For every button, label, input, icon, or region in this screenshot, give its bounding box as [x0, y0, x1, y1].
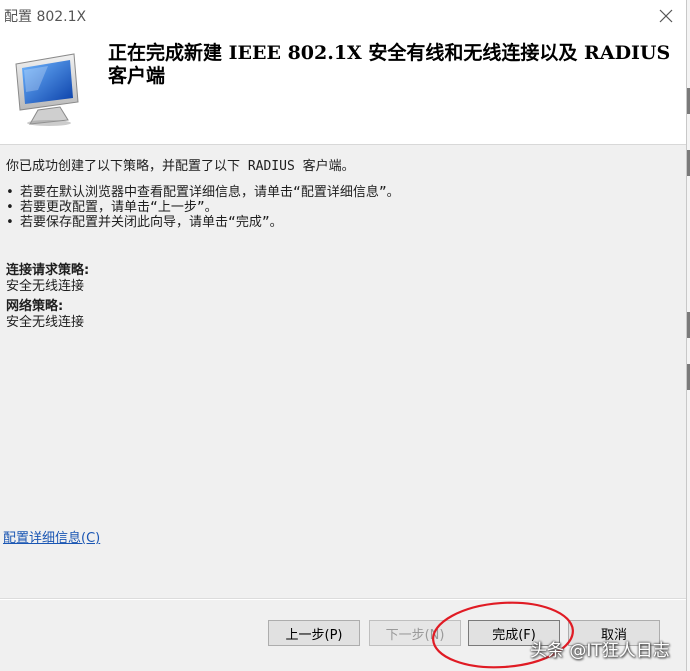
intro-text: 你已成功创建了以下策略，并配置了以下 RADIUS 客户端。 [6, 159, 355, 174]
summary-content: 你已成功创建了以下策略，并配置了以下 RADIUS 客户端。 若要在默认浏览器中… [0, 145, 686, 595]
back-button[interactable]: 上一步(P) [268, 620, 360, 646]
list-item: 若要更改配置，请单击“上一步”。 [6, 200, 400, 215]
footer-divider-highlight [0, 599, 686, 600]
instruction-list: 若要在默认浏览器中查看配置详细信息，请单击“配置详细信息”。 若要更改配置，请单… [6, 185, 400, 230]
wizard-header: 正在完成新建 IEEE 802.1X 安全有线和无线连接以及 RADIUS 客户… [0, 32, 686, 144]
wizard-window: 配置 802.1X 正在完成新建 IEEE 802.1X 安全有线和无线连接以及… [0, 0, 690, 671]
network-policy-value: 安全无线连接 [6, 315, 85, 330]
connection-policy-value: 安全无线连接 [6, 279, 85, 294]
close-icon [659, 9, 673, 23]
window-title: 配置 802.1X [4, 9, 87, 25]
list-item: 若要在默认浏览器中查看配置详细信息，请单击“配置详细信息”。 [6, 185, 400, 200]
list-item: 若要保存配置并关闭此向导，请单击“完成”。 [6, 215, 400, 230]
next-button[interactable]: 下一步(N) [369, 620, 461, 646]
title-bar: 配置 802.1X [0, 0, 686, 32]
page-title: 正在完成新建 IEEE 802.1X 安全有线和无线连接以及 RADIUS 客户… [108, 42, 671, 87]
close-button[interactable] [650, 0, 682, 32]
configuration-details-link[interactable]: 配置详细信息(C) [3, 527, 100, 546]
watermark: 头条 @IT狂人日志 [530, 641, 670, 661]
computer-monitor-icon [15, 53, 79, 126]
